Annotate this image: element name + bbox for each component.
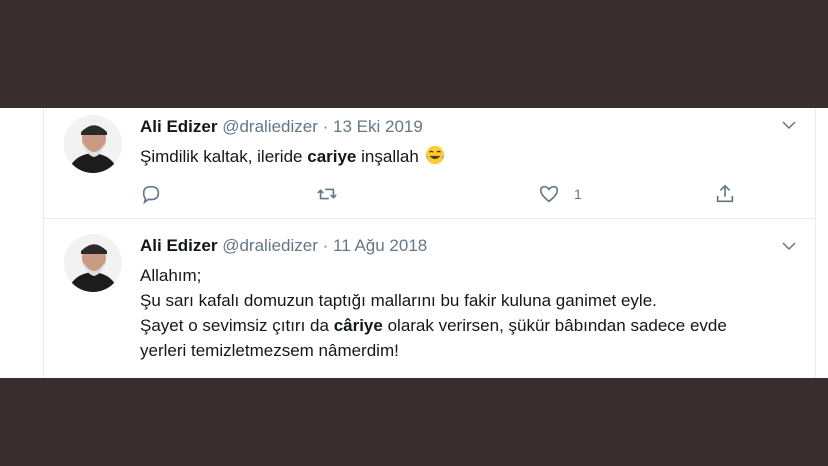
retweet-icon [317,188,337,200]
separator: · [322,236,329,255]
tweet-panel: Ali Edizer @draliedizer · 13 Eki 2019 Şi… [0,108,828,378]
avatar[interactable] [64,115,122,173]
author-handle[interactable]: @draliedizer [222,236,318,255]
tweet-text-bold: cariye [307,147,357,166]
author-name[interactable]: Ali Edizer [140,117,217,136]
like-count: 1 [574,186,582,202]
tweet-date[interactable]: 13 Eki 2019 [333,117,423,136]
tweet-date[interactable]: 11 Ağu 2018 [333,236,427,255]
tweet[interactable]: Ali Edizer @draliedizer · 13 Eki 2019 Şi… [44,108,816,219]
reply-icon [142,185,160,205]
share-icon [716,184,734,203]
author-name[interactable]: Ali Edizer [140,236,217,255]
tweet-line: yerleri temizletmezsem nâmerdim! [140,341,399,360]
tweet-text-part: Şimdilik kaltak, ileride [140,147,308,166]
share-button[interactable] [714,182,736,206]
tears-of-joy-emoji [425,145,444,165]
chevron-down-icon[interactable] [780,237,798,255]
tweet-header: Ali Edizer @draliedizer · 13 Eki 2019 [140,117,423,137]
tweet-line: Şu sarı kafalı domuzun taptığı mallarını… [140,291,657,310]
tweet-line: Şayet o sevimsiz çıtırı da câriye olarak… [140,313,796,338]
tweet-text-part: olarak verirsen, şükür bâbından sadece e… [382,316,727,335]
author-handle[interactable]: @draliedizer [222,117,318,136]
avatar[interactable] [64,234,122,292]
tweet-text: Şimdilik kaltak, ileride cariye inşallah [140,144,796,169]
tweet-text: Allahım; Şu sarı kafalı domuzun taptığı … [140,263,796,363]
retweet-button[interactable] [316,182,338,206]
tweet-text-part: inşallah [356,147,419,166]
reply-button[interactable] [140,182,162,206]
tweet-actions: 1 [140,182,734,206]
tweet-text-part: Şayet o sevimsiz çıtırı da [140,316,334,335]
chevron-down-icon[interactable] [780,116,798,134]
separator: · [322,117,329,136]
like-button[interactable]: 1 [538,182,582,206]
tweet-text-bold: câriye [333,316,383,335]
tweet-header: Ali Edizer @draliedizer · 11 Ağu 2018 [140,236,427,256]
tweet[interactable]: Ali Edizer @draliedizer · 11 Ağu 2018 Al… [44,219,816,378]
tweet-line: Allahım; [140,266,202,285]
heart-icon [539,185,559,203]
